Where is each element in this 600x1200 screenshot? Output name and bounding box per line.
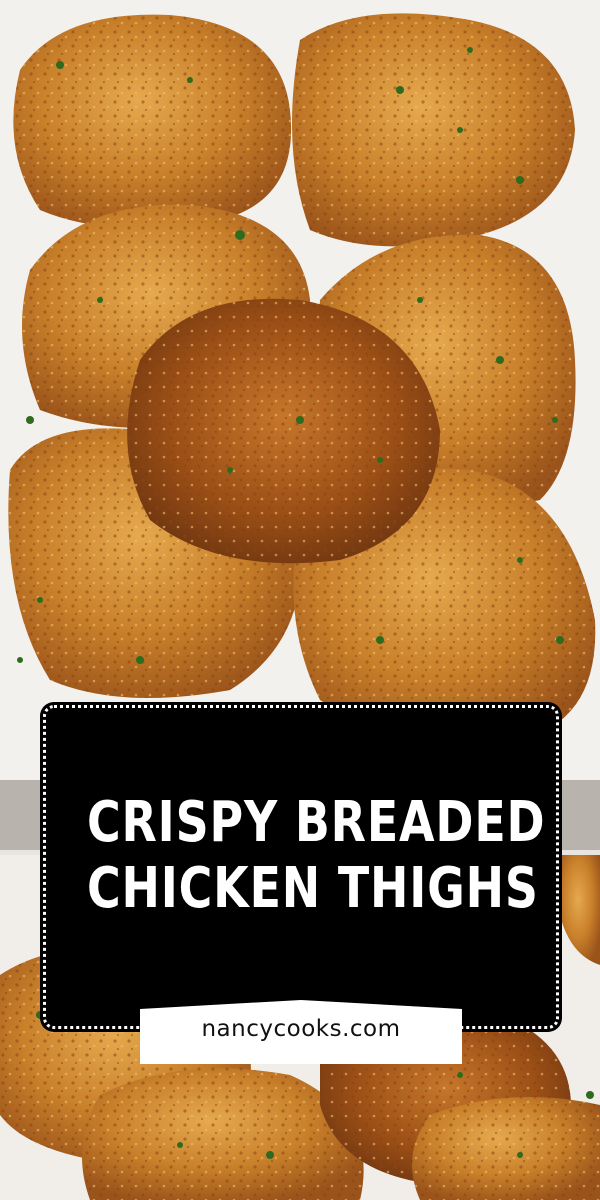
website-banner[interactable]: nancycooks.com (140, 1000, 462, 1064)
recipe-title: CRISPY BREADED CHICKEN THIGHS (86, 790, 546, 922)
chicken-thighs (8, 13, 596, 742)
recipe-title-line-2: CHICKEN THIGHS (86, 856, 539, 921)
website-url[interactable]: nancycooks.com (140, 1016, 462, 1042)
title-card: CRISPY BREADED CHICKEN THIGHS (40, 702, 562, 1032)
recipe-title-line-1: CRISPY BREADED (86, 790, 546, 855)
